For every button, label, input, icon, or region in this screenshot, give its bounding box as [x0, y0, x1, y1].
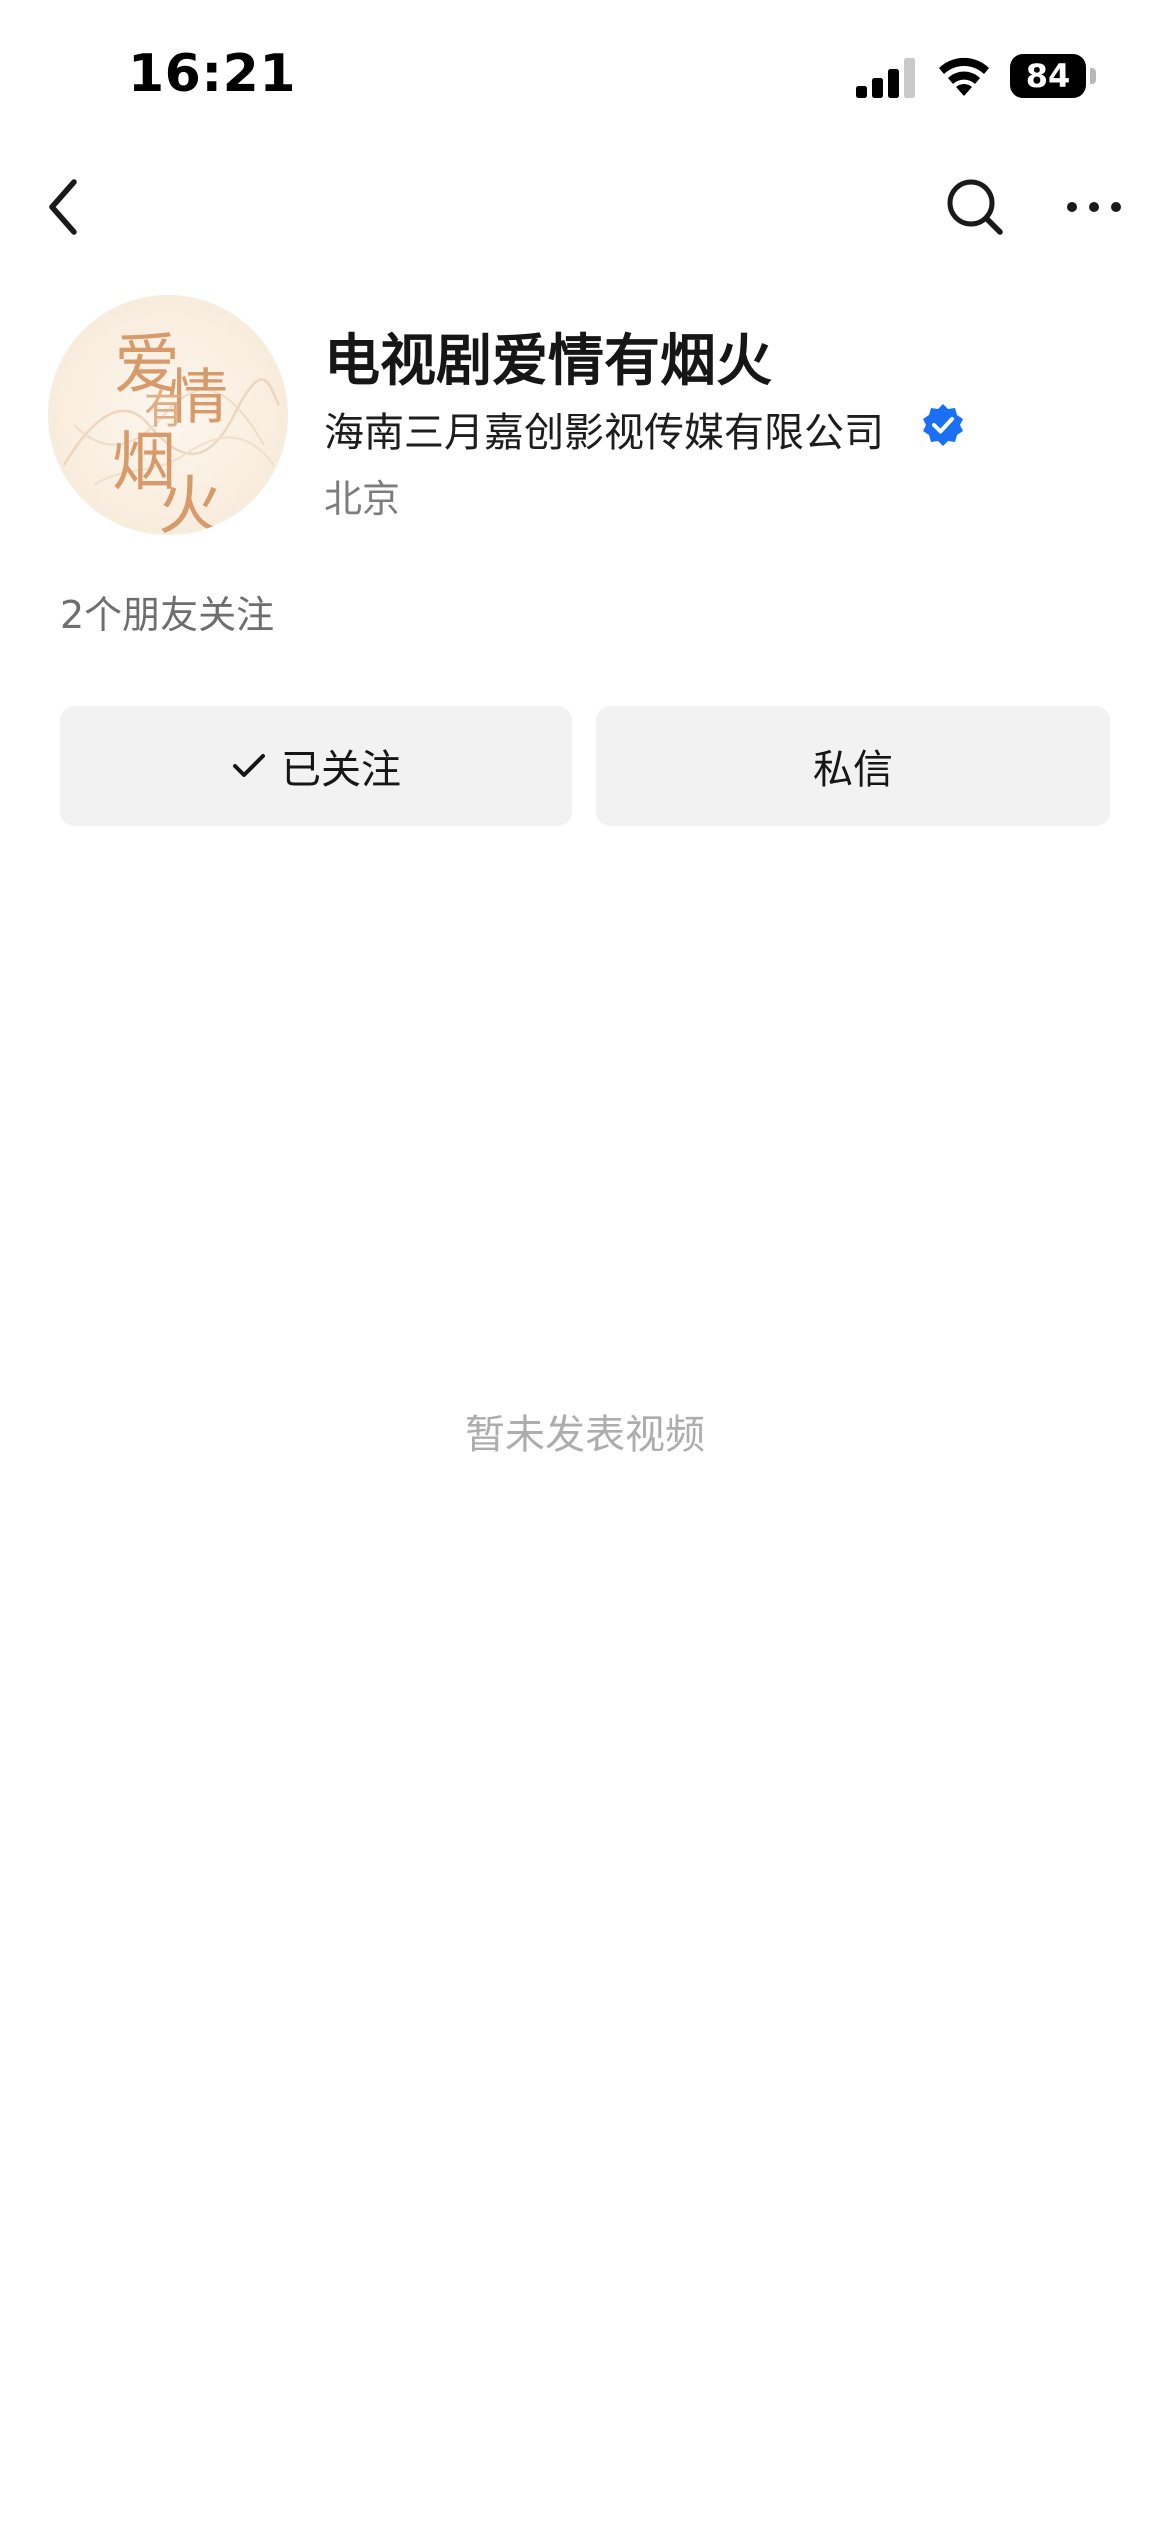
- status-bar: 16:21 84: [0, 0, 1170, 150]
- message-button[interactable]: 私信: [596, 706, 1110, 826]
- profile-name: 电视剧爱情有烟火: [324, 329, 772, 394]
- battery-level: 84: [1010, 54, 1086, 98]
- profile-location: 北京: [324, 477, 401, 521]
- following-button-label: 已关注: [281, 747, 401, 793]
- battery-icon: 84: [1010, 54, 1096, 98]
- more-horizontal-icon[interactable]: [1064, 184, 1124, 230]
- avatar-logo-char: 火: [158, 470, 222, 535]
- check-icon: [233, 754, 265, 777]
- message-button-label: 私信: [813, 747, 893, 793]
- following-button[interactable]: 已关注: [60, 706, 572, 826]
- wifi-icon: [939, 57, 989, 96]
- battery-cap: [1090, 68, 1096, 84]
- status-time: 16:21: [128, 44, 297, 104]
- profile-company: 海南三月嘉创影视传媒有限公司: [324, 410, 884, 456]
- friends-following-count[interactable]: 2个朋友关注: [60, 584, 274, 639]
- verified-badge-icon: [923, 404, 963, 446]
- cellular-signal-icon: [856, 58, 915, 98]
- chevron-left-icon[interactable]: [38, 170, 98, 244]
- avatar[interactable]: 爱 情 有 烟 火: [48, 295, 288, 535]
- search-icon[interactable]: [944, 176, 1006, 238]
- empty-state-text: 暂未发表视频: [465, 1412, 705, 1458]
